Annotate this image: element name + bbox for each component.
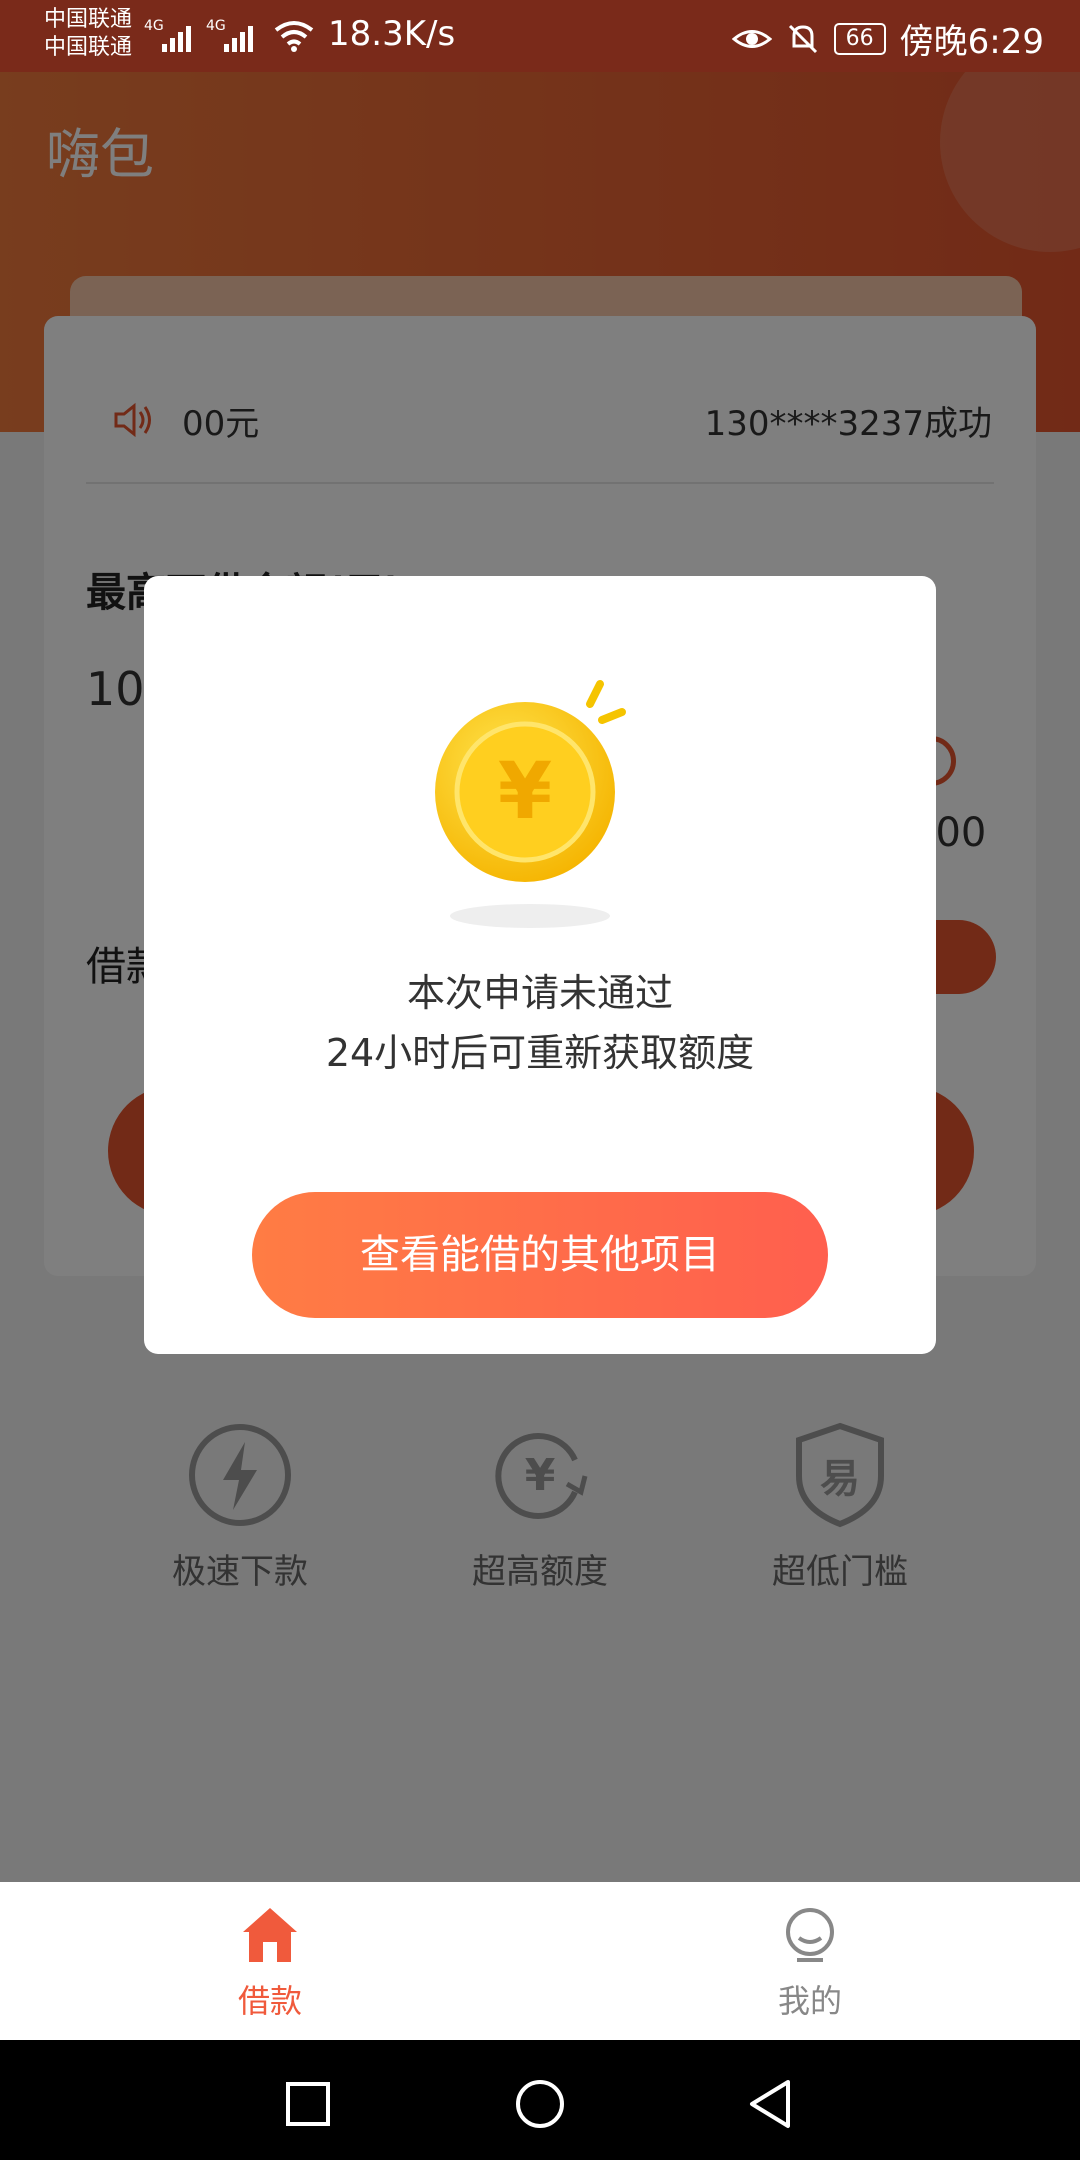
network-speed: 18.3K/s: [328, 14, 456, 54]
dialog-message-line2: 24小时后可重新获取额度: [325, 1031, 755, 1075]
mute-bell-icon: [788, 24, 817, 53]
signal-icon-2: 4G: [206, 18, 253, 52]
view-other-projects-button[interactable]: 查看能借的其他项目: [252, 1192, 828, 1318]
status-bar: 中国联通 中国联通 4G 4G 18.3K/s 66 傍晚6:29: [0, 0, 1080, 72]
carrier-labels: 中国联通 中国联通: [44, 6, 132, 62]
carrier-2: 中国联通: [44, 35, 133, 60]
profile-icon: [786, 1908, 834, 1962]
home-nav-icon[interactable]: [514, 2078, 566, 2130]
back-nav-icon[interactable]: [744, 2078, 796, 2130]
tab-borrow[interactable]: 借款: [170, 1904, 370, 2022]
bottom-tab-bar: 借款 我的: [0, 1882, 1080, 2040]
home-icon: [243, 1908, 297, 1962]
tab-label: 我的: [777, 1982, 842, 2020]
system-nav-bar: [0, 2040, 1080, 2160]
gold-coin-icon: ¥: [435, 680, 626, 928]
network-label-2: 4G: [206, 18, 226, 34]
recent-apps-icon[interactable]: [284, 2080, 332, 2128]
carrier-1: 中国联通: [44, 7, 133, 32]
signal-icon: 4G: [144, 18, 191, 52]
battery-icon: 66: [833, 22, 886, 55]
network-label-1: 4G: [144, 18, 164, 34]
rejection-dialog: ¥ 本次申请未通过 24小时后可重新获取额度 查看能借的其他项目: [144, 576, 936, 1354]
tab-label: 借款: [237, 1982, 302, 2020]
eye-icon: [731, 29, 772, 48]
status-right: 66 傍晚6:29: [731, 14, 1044, 63]
dialog-message-line1: 本次申请未通过: [406, 971, 673, 1015]
wifi-icon: [274, 21, 314, 52]
svg-text:¥: ¥: [498, 747, 552, 837]
tab-mine[interactable]: 我的: [710, 1904, 910, 2022]
status-time: 傍晚6:29: [899, 22, 1044, 62]
